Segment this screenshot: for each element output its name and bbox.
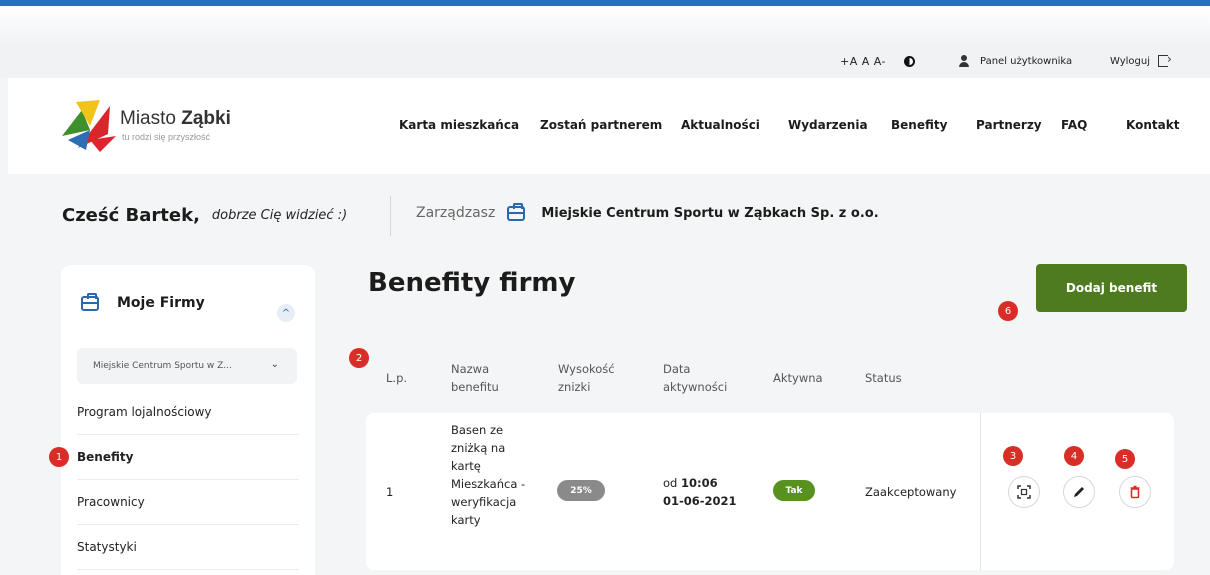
nav-kontakt[interactable]: Kontakt (1126, 118, 1179, 132)
trash-icon (1130, 485, 1140, 499)
logout-link[interactable]: Wyloguj (1110, 44, 1172, 78)
nav-faq[interactable]: FAQ (1061, 118, 1087, 132)
chevron-down-icon: ⌄ (270, 359, 279, 370)
contrast-toggle[interactable] (904, 44, 915, 78)
logo-mark-icon (62, 100, 116, 152)
active-badge: Tak (773, 480, 815, 501)
add-benefit-button[interactable]: Dodaj benefit (1036, 264, 1187, 312)
company-name: Miejskie Centrum Sportu w Ząbkach Sp. z … (541, 205, 879, 221)
row-time: 10:06 (681, 476, 718, 490)
logo-name-bold: Ząbki (181, 108, 231, 129)
briefcase-icon (507, 202, 526, 221)
manage-label: Zarządzasz (416, 205, 496, 221)
delete-button[interactable] (1119, 476, 1151, 508)
row-date-value: 01-06-2021 (663, 494, 737, 508)
site-header: Miasto Ząbki tu rodzi się przyszłość Kar… (8, 78, 1210, 174)
briefcase-icon (81, 292, 99, 311)
sidebar-item-pracownicy[interactable]: Pracownicy (77, 480, 299, 525)
annotation-badge-4: 4 (1064, 446, 1084, 466)
row-name: Basen ze zniżką na kartę Mieszkańca - we… (451, 423, 526, 527)
logo-name: Miasto (120, 108, 176, 129)
utility-bar: +A A A- Panel użytkownika Wyloguj (0, 44, 1210, 78)
qr-scan-icon (1017, 485, 1031, 499)
annotation-badge-1: 1 (49, 447, 69, 467)
column-header-status: Status (865, 371, 902, 385)
annotation-badge-5: 5 (1115, 449, 1135, 469)
row-actions-divider (980, 413, 981, 570)
pencil-icon (1074, 487, 1084, 497)
greeting: Cześć Bartek, dobrze Cię widzieć :) (62, 205, 347, 226)
sidebar-item-statystyki[interactable]: Statystyki (77, 525, 299, 570)
page-title: Benefity firmy (368, 268, 576, 298)
greeting-subtitle: dobrze Cię widzieć :) (211, 208, 348, 223)
nav-wydarzenia[interactable]: Wydarzenia (788, 118, 868, 132)
row-lp: 1 (386, 485, 394, 499)
row-status: Zaakceptowany (865, 485, 957, 499)
user-icon (958, 55, 970, 67)
annotation-badge-6: 6 (998, 301, 1018, 321)
sidebar-item-program[interactable]: Program lojalnościowy (77, 390, 299, 435)
nav-karta-mieszkanca[interactable]: Karta mieszkańca (399, 118, 519, 132)
sidebar-item-benefity[interactable]: Benefity (77, 435, 299, 480)
company-select[interactable]: Miejskie Centrum Sportu w Z... ⌄ (77, 348, 297, 384)
discount-badge: 25% (557, 480, 605, 501)
sidebar-header: Moje Firmy (79, 292, 205, 311)
company-select-value: Miejskie Centrum Sportu w Z... (93, 361, 232, 371)
column-header-name: Nazwa benefitu (451, 362, 499, 394)
annotation-badge-3: 3 (1003, 446, 1023, 466)
greeting-divider (390, 196, 391, 236)
column-header-lp: L.p. (386, 371, 408, 385)
top-banner (0, 6, 1210, 44)
user-panel-link[interactable]: Panel użytkownika (958, 44, 1072, 78)
contrast-icon (904, 55, 915, 67)
greeting-hello: Cześć Bartek, (62, 205, 200, 226)
site-logo[interactable]: Miasto Ząbki tu rodzi się przyszłość (60, 96, 240, 156)
row-date-prefix: od (663, 476, 678, 490)
qr-scan-button[interactable] (1008, 476, 1040, 508)
nav-aktualnosci[interactable]: Aktualności (681, 118, 760, 132)
sidebar: Moje Firmy ^ Miejskie Centrum Sportu w Z… (61, 265, 315, 575)
row-date: od 10:06 01-06-2021 (663, 474, 753, 510)
column-header-date: Data aktywności (663, 362, 728, 394)
nav-benefity[interactable]: Benefity (891, 118, 947, 132)
column-header-discount: Wysokość znizki (558, 362, 615, 394)
logo-tagline: tu rodzi się przyszłość (122, 132, 211, 142)
font-size-switcher[interactable]: +A A A- (840, 44, 886, 78)
logout-label: Wyloguj (1110, 55, 1150, 67)
managed-company: Zarządzasz Miejskie Centrum Sportu w Ząb… (416, 202, 879, 221)
nav-zostan-partnerem[interactable]: Zostań partnerem (540, 118, 662, 132)
logout-icon (1158, 52, 1172, 67)
sidebar-title: Moje Firmy (117, 295, 205, 311)
column-header-active: Aktywna (773, 371, 823, 385)
nav-partnerzy[interactable]: Partnerzy (976, 118, 1042, 132)
chevron-up-icon[interactable]: ^ (277, 304, 295, 322)
annotation-badge-2: 2 (349, 348, 369, 368)
logo-title: Miasto Ząbki (120, 108, 231, 130)
user-panel-label: Panel użytkownika (980, 55, 1073, 67)
edit-button[interactable] (1063, 476, 1095, 508)
